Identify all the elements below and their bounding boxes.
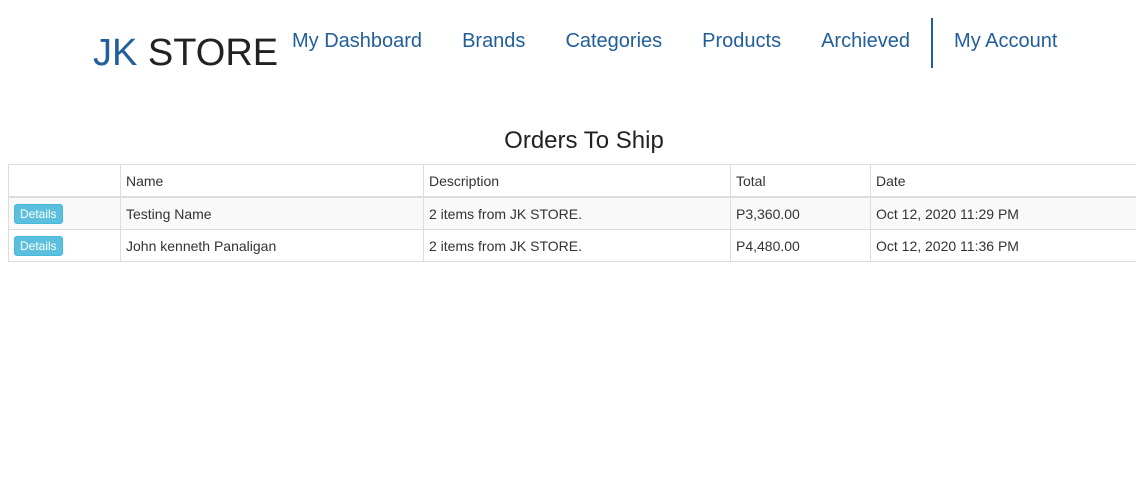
action-cell: Details: [8, 196, 121, 230]
brand-name-part1: JK: [93, 32, 138, 74]
description-cell: 2 items from JK STORE.: [423, 229, 731, 262]
total-cell: P4,480.00: [730, 229, 871, 262]
main-nav: My Dashboard Brands Categories Products …: [272, 18, 1077, 68]
action-cell: Details: [8, 229, 121, 262]
date-cell: Oct 12, 2020 11:29 PM: [870, 196, 1136, 230]
column-header-description: Description: [423, 164, 731, 198]
brand-logo[interactable]: JK STORE: [93, 32, 278, 74]
table-header-row: Name Description Total Date: [8, 164, 1136, 198]
name-cell: John kenneth Panaligan: [120, 229, 424, 262]
nav-products[interactable]: Products: [682, 18, 801, 64]
orders-table: Name Description Total Date Details Test…: [8, 164, 1136, 262]
page-title: Orders To Ship: [504, 127, 664, 154]
nav-my-account[interactable]: My Account: [934, 18, 1077, 64]
nav-brands[interactable]: Brands: [442, 18, 545, 64]
column-header-name: Name: [120, 164, 424, 198]
table-row: Details Testing Name 2 items from JK STO…: [8, 196, 1136, 230]
date-cell: Oct 12, 2020 11:36 PM: [870, 229, 1136, 262]
brand-name-part2: STORE: [147, 32, 279, 74]
nav-my-dashboard[interactable]: My Dashboard: [272, 18, 442, 64]
details-button[interactable]: Details: [14, 203, 63, 224]
nav-categories[interactable]: Categories: [545, 18, 682, 64]
total-cell: P3,360.00: [730, 196, 871, 230]
details-button[interactable]: Details: [14, 235, 63, 256]
column-header-date: Date: [870, 164, 1136, 198]
column-header-total: Total: [730, 164, 871, 198]
nav-divider: [931, 18, 934, 68]
column-header-action: [8, 164, 121, 198]
nav-archieved[interactable]: Archieved: [801, 18, 930, 64]
header: JK STORE My Dashboard Brands Categories …: [0, 0, 1136, 100]
name-cell: Testing Name: [120, 196, 424, 230]
table-row: Details John kenneth Panaligan 2 items f…: [8, 229, 1136, 262]
description-cell: 2 items from JK STORE.: [423, 196, 731, 230]
